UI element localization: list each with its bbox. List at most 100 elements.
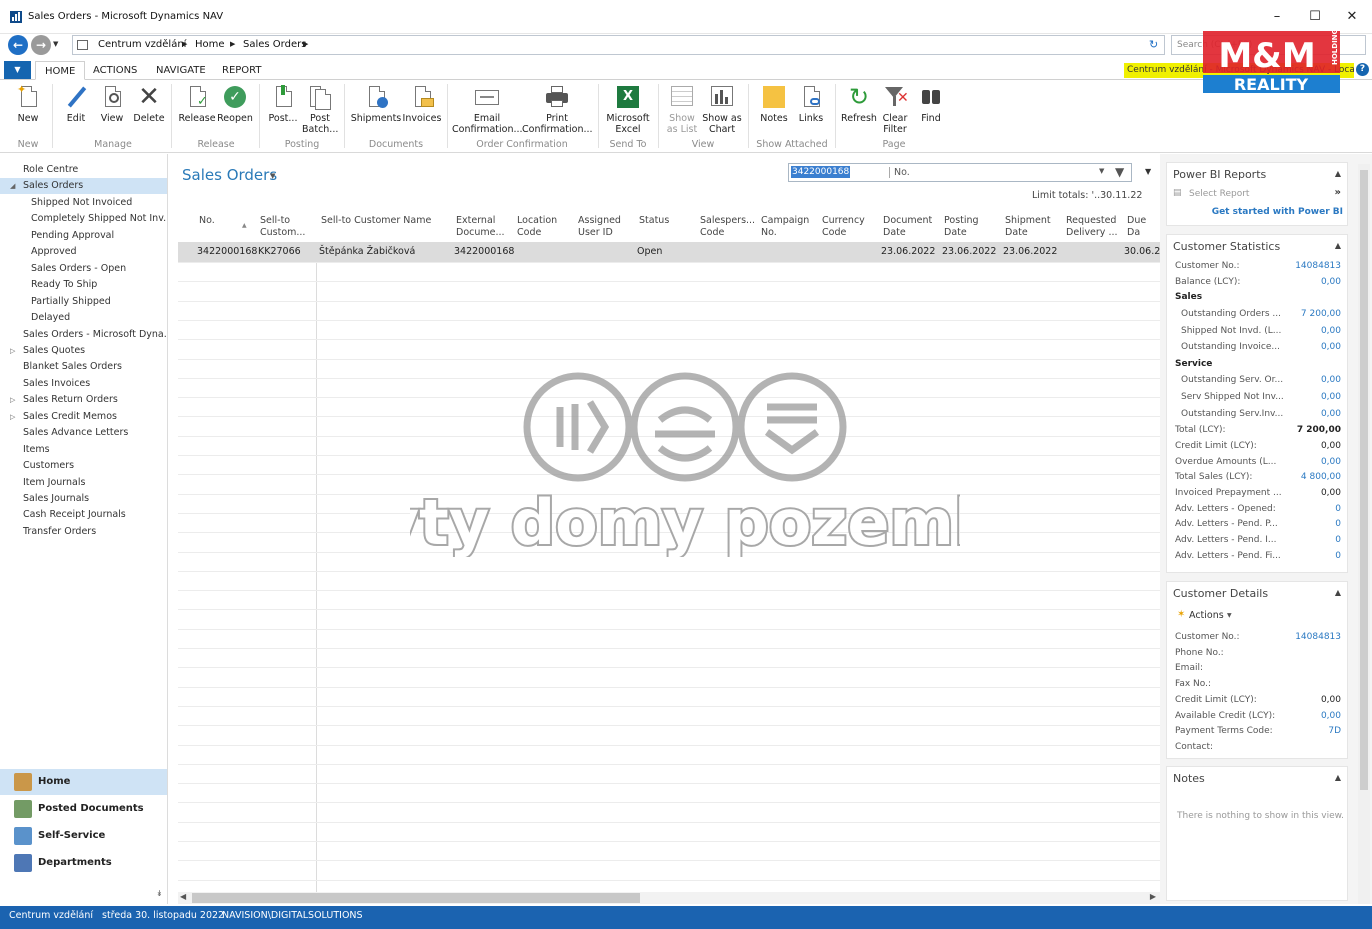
help-icon[interactable]: ? — [1356, 63, 1369, 76]
factbox-value[interactable]: 7D — [1328, 726, 1341, 736]
vertical-scrollbar[interactable] — [1358, 164, 1370, 904]
email-confirmation-button[interactable]: Email Confirmation... — [452, 84, 523, 136]
sidebar-item[interactable]: Blanket Sales Orders — [0, 359, 167, 375]
crumb-company[interactable]: Centrum vzdělání — [98, 39, 186, 50]
nav-more-icon[interactable]: ↡ — [156, 889, 163, 898]
column-header[interactable]: Posting Date — [944, 215, 979, 239]
nav-section-home[interactable]: Home — [0, 769, 167, 795]
cell-document-date[interactable]: 23.06.2022 — [881, 246, 935, 257]
crumb-home[interactable]: Home — [195, 39, 225, 50]
actions-dropdown-icon[interactable]: ▼ — [1227, 612, 1232, 619]
new-button[interactable]: ✦ New — [12, 84, 44, 136]
collapse-caret-icon[interactable]: ▲ — [1335, 241, 1341, 250]
cell-shipment-date[interactable]: 23.06.2022 — [1003, 246, 1057, 257]
factbox-value[interactable]: 0,00 — [1321, 326, 1341, 336]
close-button[interactable]: ✕ — [1332, 6, 1372, 28]
column-header[interactable]: Currency Code — [822, 215, 865, 239]
sidebar-item[interactable]: Role Centre — [0, 162, 167, 178]
notes-button[interactable]: Notes — [756, 84, 792, 136]
collapse-caret-icon[interactable]: ▲ — [1335, 169, 1341, 178]
release-button[interactable]: ✓ Release — [178, 84, 216, 136]
find-button[interactable]: Find — [914, 84, 948, 136]
column-header[interactable]: Sell-to Custom... — [260, 215, 305, 239]
cell-sell-to-customer-no[interactable]: KK27066 — [258, 246, 301, 257]
sidebar-item[interactable]: Ready To Ship — [0, 277, 167, 293]
collapse-caret-icon[interactable]: ▲ — [1335, 588, 1341, 597]
reopen-button[interactable]: ✓ Reopen — [216, 84, 254, 136]
factbox-value[interactable]: 0,00 — [1321, 409, 1341, 419]
factbox-value[interactable]: 0,00 — [1321, 277, 1341, 287]
column-header[interactable]: External Docume... — [456, 215, 505, 239]
sidebar-item[interactable]: Delayed — [0, 310, 167, 326]
microsoft-excel-button[interactable]: X Microsoft Excel — [604, 84, 652, 136]
sidebar-item[interactable]: Customers — [0, 458, 167, 474]
factbox-value[interactable]: 0 — [1335, 504, 1341, 514]
page-title[interactable]: Sales Orders — [182, 166, 277, 184]
select-report[interactable]: Select Report — [1189, 189, 1249, 199]
post-batch-button[interactable]: Post Batch... — [302, 84, 338, 136]
minimize-button[interactable]: – — [1257, 6, 1297, 28]
collapsed-arrow-icon[interactable]: ▷ — [10, 392, 15, 408]
sidebar-item[interactable]: Cash Receipt Journals — [0, 507, 167, 523]
column-header[interactable]: Requested Delivery ... — [1066, 215, 1118, 239]
filter-field[interactable]: No. — [889, 167, 910, 178]
factbox-value[interactable]: 14084813 — [1295, 261, 1341, 271]
collapse-caret-icon[interactable]: ▲ — [1335, 773, 1341, 782]
sidebar-item[interactable]: Approved — [0, 244, 167, 260]
sidebar-item[interactable]: Sales Advance Letters — [0, 425, 167, 441]
cell-external-document-no[interactable]: 3422000168 — [454, 246, 514, 257]
filter-funnel-icon[interactable]: ▼ — [1115, 165, 1124, 179]
clear-filter-button[interactable]: ✕ Clear Filter — [878, 84, 912, 136]
vertical-scroll-thumb[interactable] — [1360, 170, 1368, 790]
column-header[interactable]: Salespers... Code — [700, 215, 755, 239]
column-header[interactable]: Status — [639, 215, 669, 227]
show-as-list-button[interactable]: Show as List — [664, 84, 700, 136]
quick-filter-input[interactable]: 3422000168 No. ▼ ▼ — [788, 163, 1132, 182]
column-header[interactable]: Location Code — [517, 215, 557, 239]
sidebar-item[interactable]: ▷ Sales Quotes — [0, 343, 167, 359]
actions-menu[interactable]: Actions — [1189, 610, 1224, 621]
expand-icon[interactable]: » — [1335, 187, 1341, 198]
tab-navigate[interactable]: NAVIGATE — [147, 61, 215, 80]
tab-home[interactable]: HOME — [35, 61, 86, 80]
back-button[interactable]: ← — [8, 35, 28, 55]
column-header[interactable]: Due Da — [1127, 215, 1160, 239]
cell-no[interactable]: 3422000168 — [197, 246, 257, 257]
table-row[interactable]: 3422000168 KK27066 Štěpánka Žabičková 34… — [178, 242, 1166, 262]
factbox-value[interactable]: 0 — [1335, 551, 1341, 561]
cell-status[interactable]: Open — [637, 246, 662, 257]
expanded-arrow-icon[interactable]: ◢ — [10, 178, 15, 194]
filter-value[interactable]: 3422000168 — [791, 166, 851, 178]
refresh-address-icon[interactable]: ↻ — [1149, 38, 1158, 51]
scroll-left-icon[interactable]: ◀ — [180, 892, 186, 901]
cell-posting-date[interactable]: 23.06.2022 — [942, 246, 996, 257]
show-as-chart-button[interactable]: Show as Chart — [702, 84, 742, 136]
expand-filter-icon[interactable]: ▼ — [1145, 167, 1151, 176]
sidebar-item[interactable]: Transfer Orders — [0, 524, 167, 540]
cell-customer-name[interactable]: Štěpánka Žabičková — [319, 246, 415, 257]
horizontal-scrollbar[interactable]: ◀ ▶ — [178, 892, 1160, 904]
scroll-right-icon[interactable]: ▶ — [1150, 892, 1156, 901]
application-menu-button[interactable]: ▼ — [4, 61, 31, 79]
sidebar-item[interactable]: Partially Shipped — [0, 294, 167, 310]
nav-section-self-service[interactable]: Self-Service — [0, 823, 167, 849]
sidebar-item[interactable]: Completely Shipped Not Inv... — [0, 211, 167, 227]
links-button[interactable]: Links — [794, 84, 828, 136]
tab-actions[interactable]: ACTIONS — [84, 61, 146, 80]
collapsed-arrow-icon[interactable]: ▷ — [10, 343, 15, 359]
history-dropdown-icon[interactable]: ▼ — [53, 40, 58, 48]
column-header[interactable]: Shipment Date — [1005, 215, 1051, 239]
sidebar-item[interactable]: Sales Orders - Open — [0, 261, 167, 277]
factbox-value[interactable]: 14084813 — [1295, 632, 1341, 642]
filter-field-dropdown-icon[interactable]: ▼ — [1099, 167, 1104, 175]
sidebar-item[interactable]: Item Journals — [0, 475, 167, 491]
sidebar-item[interactable]: Sales Invoices — [0, 376, 167, 392]
delete-button[interactable]: ✕ Delete — [132, 84, 166, 136]
column-header[interactable]: Sell-to Customer Name — [321, 215, 431, 227]
sidebar-item[interactable]: Shipped Not Invoiced — [0, 195, 167, 211]
get-started-link[interactable]: Get started with Power BI — [1212, 207, 1343, 217]
edit-button[interactable]: Edit — [60, 84, 92, 136]
tab-report[interactable]: REPORT — [213, 61, 271, 80]
column-header[interactable]: No. — [199, 215, 215, 227]
column-header[interactable]: Assigned User ID — [578, 215, 621, 239]
